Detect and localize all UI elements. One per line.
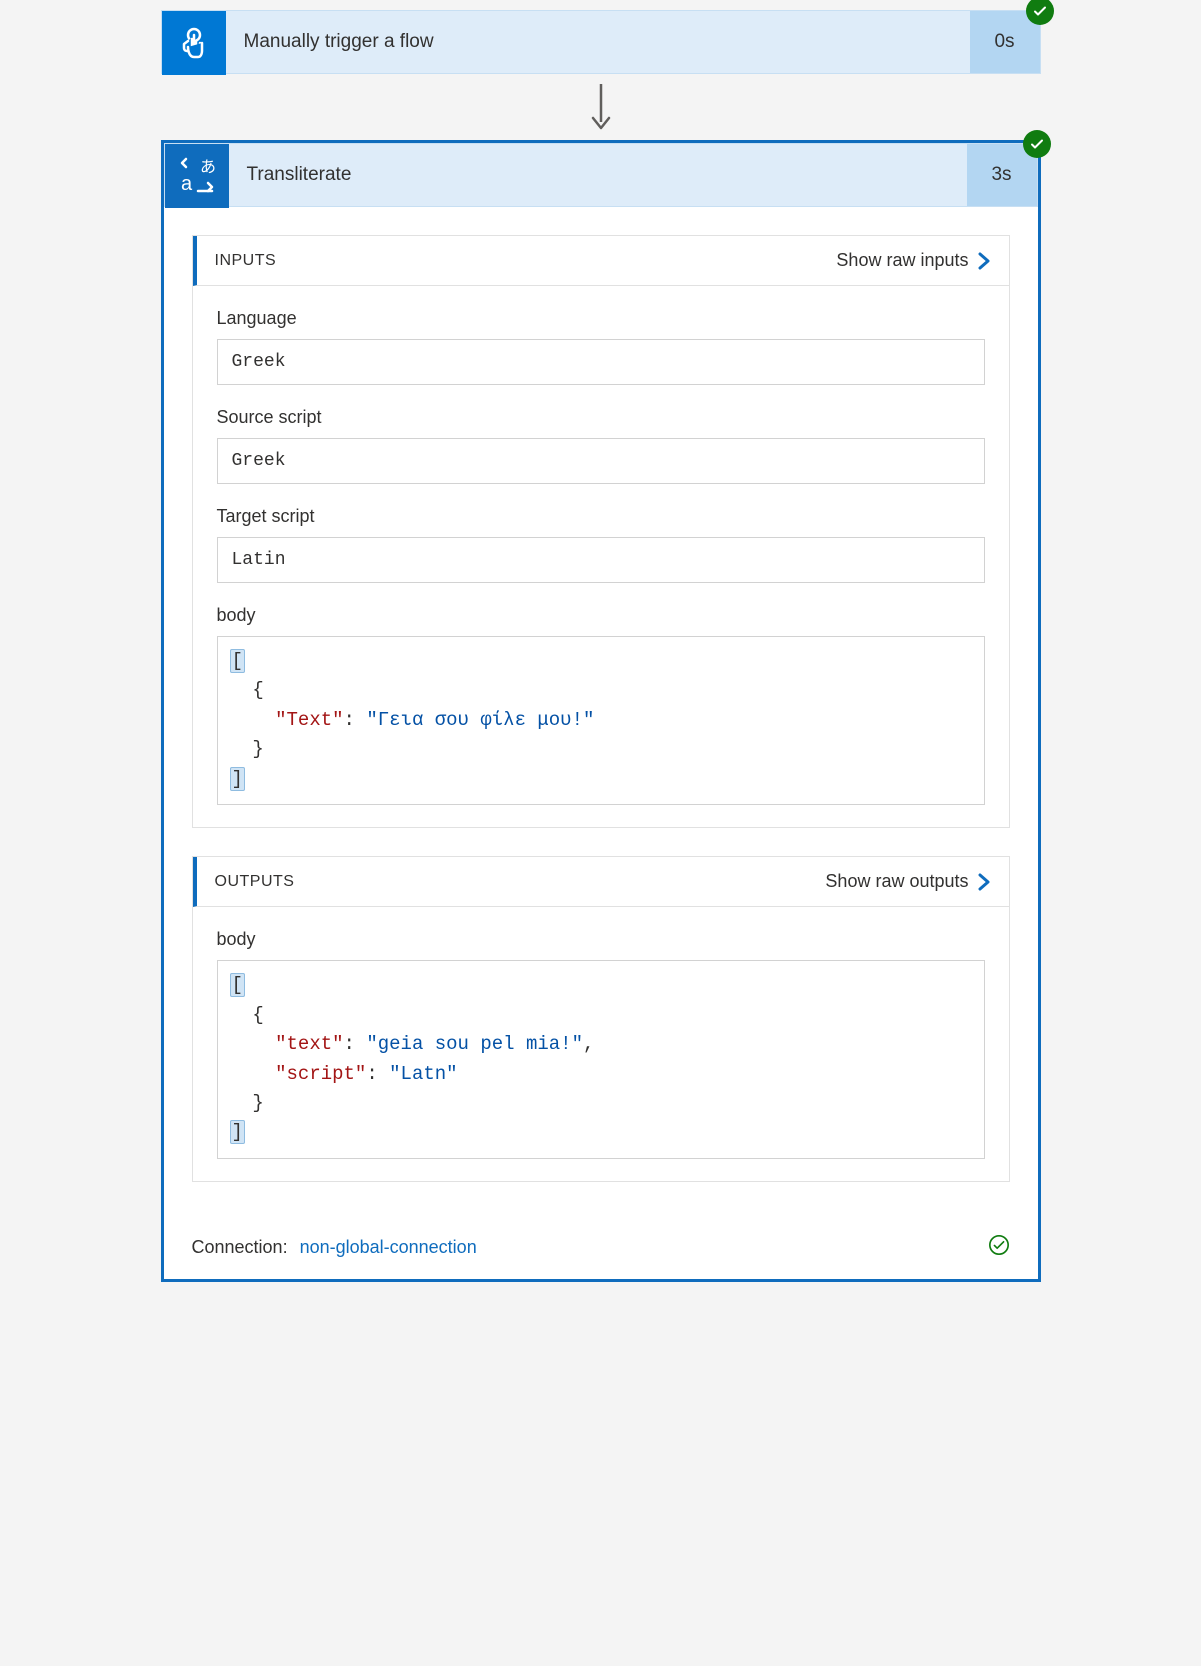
connection-label: Connection:: [192, 1237, 288, 1258]
language-field: Language Greek: [217, 308, 985, 385]
action-title: Transliterate: [229, 144, 967, 206]
source-script-value[interactable]: Greek: [217, 438, 985, 484]
inputs-header: INPUTS: [215, 252, 277, 270]
transliterate-card: あ a Transliterate 3s INPUTS Show raw inp…: [161, 140, 1041, 1282]
show-raw-outputs-button[interactable]: Show raw outputs: [825, 871, 990, 892]
source-script-field: Source script Greek: [217, 407, 985, 484]
flow-arrow-icon: [40, 82, 1161, 132]
output-body-label: body: [217, 929, 985, 950]
inputs-section: INPUTS Show raw inputs Language Greek So…: [192, 235, 1010, 828]
input-body-field: body [ { "Text": "Γεια σου φίλε μου!" } …: [217, 605, 985, 805]
connection-row: Connection: non-global-connection: [164, 1228, 1038, 1279]
target-script-label: Target script: [217, 506, 985, 527]
chevron-right-icon: [977, 872, 991, 892]
target-script-value[interactable]: Latin: [217, 537, 985, 583]
connection-success-icon: [988, 1234, 1010, 1261]
show-raw-outputs-label: Show raw outputs: [825, 871, 968, 892]
language-label: Language: [217, 308, 985, 329]
connection-link[interactable]: non-global-connection: [300, 1237, 477, 1258]
success-check-icon: [1026, 0, 1054, 25]
source-script-label: Source script: [217, 407, 985, 428]
success-check-icon: [1023, 130, 1051, 158]
outputs-section: OUTPUTS Show raw outputs body [ { "text"…: [192, 856, 1010, 1182]
target-script-field: Target script Latin: [217, 506, 985, 583]
show-raw-inputs-label: Show raw inputs: [836, 250, 968, 271]
trigger-card[interactable]: Manually trigger a flow 0s: [161, 10, 1041, 74]
svg-text:あ: あ: [200, 158, 216, 176]
language-value[interactable]: Greek: [217, 339, 985, 385]
trigger-title: Manually trigger a flow: [226, 11, 970, 73]
input-body-label: body: [217, 605, 985, 626]
transliterate-header[interactable]: あ a Transliterate 3s: [164, 143, 1038, 207]
output-body-json[interactable]: [ { "text": "geia sou pel mia!", "script…: [217, 960, 985, 1159]
outputs-header: OUTPUTS: [215, 873, 295, 891]
translate-icon: あ a: [165, 144, 229, 208]
svg-text:a: a: [181, 173, 193, 195]
output-body-field: body [ { "text": "geia sou pel mia!", "s…: [217, 929, 985, 1159]
show-raw-inputs-button[interactable]: Show raw inputs: [836, 250, 990, 271]
manual-trigger-icon: [162, 11, 226, 75]
input-body-json[interactable]: [ { "Text": "Γεια σου φίλε μου!" } ]: [217, 636, 985, 805]
chevron-right-icon: [977, 251, 991, 271]
